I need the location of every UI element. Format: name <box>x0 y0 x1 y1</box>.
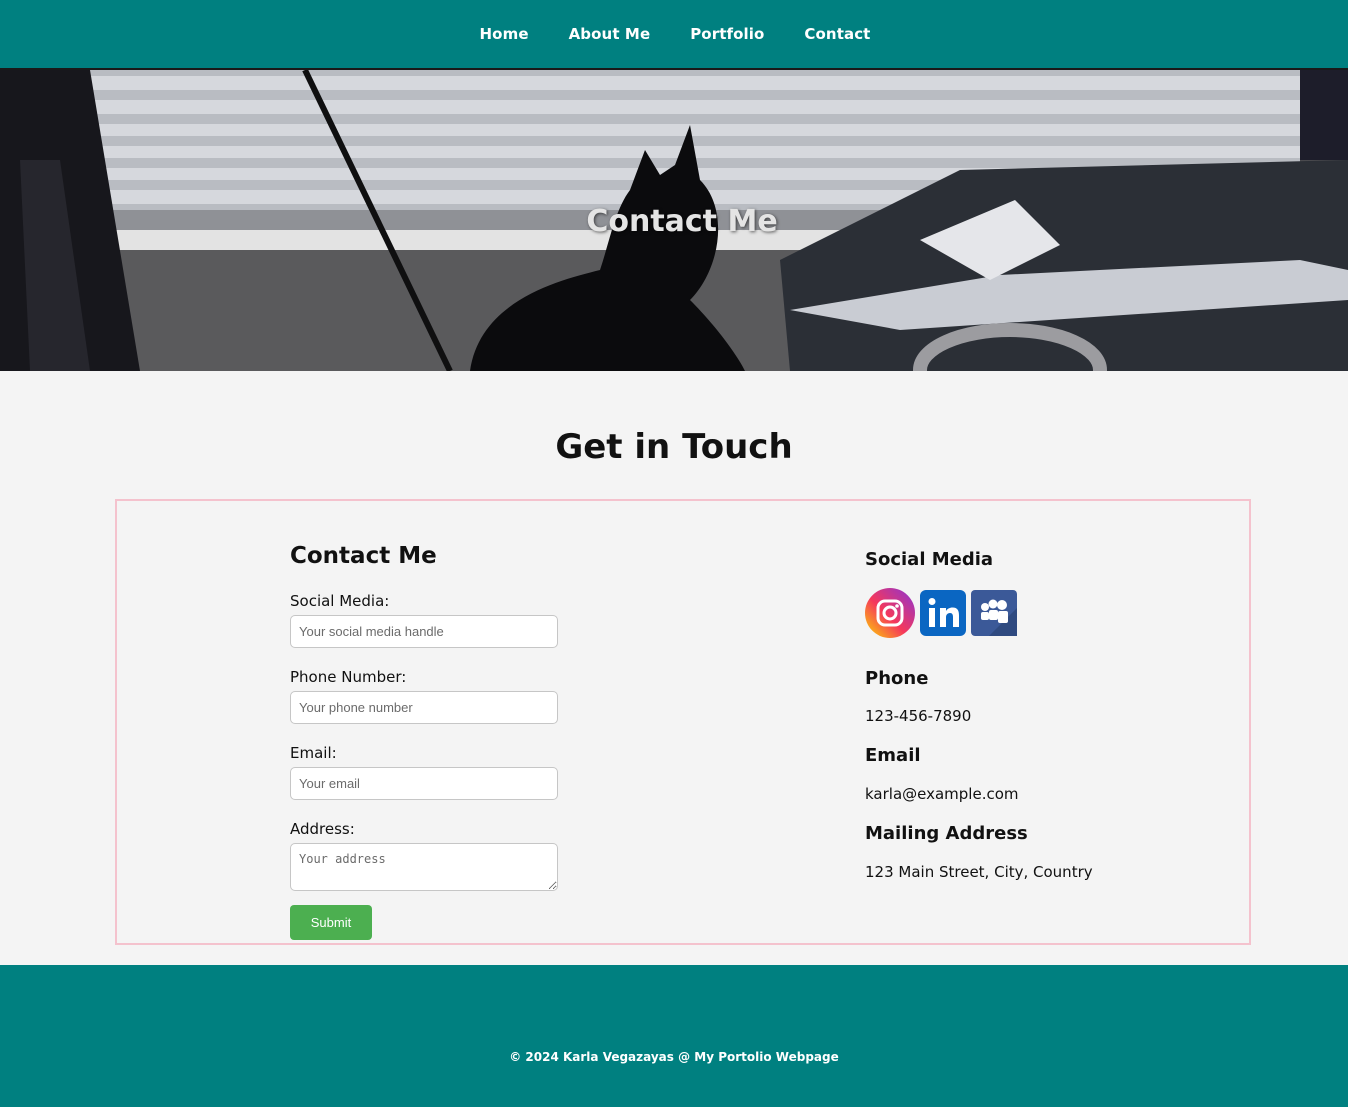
instagram-icon[interactable] <box>865 588 915 642</box>
section-title: Get in Touch <box>555 427 793 467</box>
main-navigation: Home About Me Portfolio Contact <box>0 0 1348 70</box>
phone-number-input[interactable] <box>290 691 558 724</box>
email-heading: Email <box>865 745 921 766</box>
contact-form: Contact Me Social Media: Phone Number: E… <box>290 543 590 940</box>
page-footer: © 2024 Karla Vegazayas @ My Portolio Web… <box>0 965 1348 1107</box>
main-content: Get in Touch Contact Me Social Media: Ph… <box>0 371 1348 965</box>
linkedin-icon[interactable] <box>920 590 966 640</box>
form-heading: Contact Me <box>290 543 437 569</box>
email-value: karla@example.com <box>865 785 1019 803</box>
email-input[interactable] <box>290 767 558 800</box>
phone-number-label: Phone Number: <box>290 668 407 686</box>
hero-title: Contact Me <box>586 204 778 239</box>
address-label: Address: <box>290 820 355 838</box>
mailing-address-value: 123 Main Street, City, Country <box>865 863 1093 881</box>
footer-copyright: © 2024 Karla Vegazayas @ My Portolio Web… <box>509 1050 839 1064</box>
email-label: Email: <box>290 744 337 762</box>
phone-value: 123-456-7890 <box>865 707 972 725</box>
mailing-address-heading: Mailing Address <box>865 823 1028 844</box>
hero-banner: Contact Me <box>0 70 1348 371</box>
submit-button[interactable]: Submit <box>290 905 372 940</box>
social-media-input[interactable] <box>290 615 558 648</box>
address-textarea[interactable] <box>290 843 558 891</box>
contact-card: Contact Me Social Media: Phone Number: E… <box>115 499 1251 945</box>
phone-heading: Phone <box>865 668 929 689</box>
social-icons <box>865 588 1195 642</box>
contact-info: Social Media Phone 123-456-7890 Email ka… <box>865 549 1195 881</box>
nav-link-home[interactable]: Home <box>480 25 529 43</box>
nav-link-about-me[interactable]: About Me <box>569 25 651 43</box>
nav-link-contact[interactable]: Contact <box>804 25 870 43</box>
myspace-icon[interactable] <box>971 590 1017 640</box>
nav-link-portfolio[interactable]: Portfolio <box>690 25 764 43</box>
social-media-heading: Social Media <box>865 549 994 570</box>
social-media-label: Social Media: <box>290 592 390 610</box>
